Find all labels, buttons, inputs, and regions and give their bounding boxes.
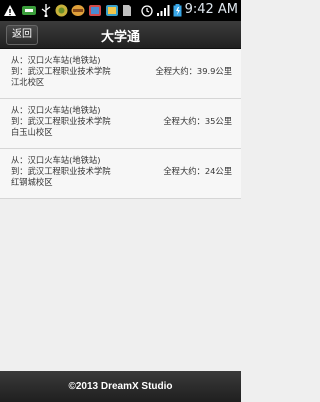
status-time: 9:42 AM [184,2,238,17]
route-from: 从：汉口火车站(地铁站) [11,55,101,65]
list-item[interactable]: 从：汉口火车站(地铁站) 到：武汉工程职业技术学院 江北校区 全程大约：39.9… [0,49,241,99]
app-icon [55,4,68,17]
route-distance: 全程大约：35公里 [163,116,232,126]
route-to: 到：武汉工程职业技术学院 [11,66,111,76]
route-from: 从：汉口火车站(地铁站) [11,155,101,165]
route-distance: 全程大约：39.9公里 [155,66,232,76]
route-text: 从：汉口火车站(地铁站) 到：武汉工程职业技术学院 白玉山校区 [11,105,111,138]
route-campus: 白玉山校区 [11,127,53,137]
app-icon [106,5,118,16]
route-to: 到：武汉工程职业技术学院 [11,116,111,126]
route-campus: 红钢城校区 [11,177,53,187]
alert-icon [22,6,36,15]
page-title: 大学通 [100,30,140,45]
app-icon [71,5,85,16]
status-bar: 9:42 AM [0,0,241,21]
route-text: 从：汉口火车站(地铁站) 到：武汉工程职业技术学院 江北校区 [11,55,111,88]
sd-card-icon [123,5,131,16]
route-distance: 全程大约：24公里 [163,166,232,176]
list-item[interactable]: 从：汉口火车站(地铁站) 到：武汉工程职业技术学院 白玉山校区 全程大约：35公… [0,99,241,149]
route-from: 从：汉口火车站(地铁站) [11,105,101,115]
notification-icon [4,5,16,16]
usb-icon [41,4,51,17]
route-text: 从：汉口火车站(地铁站) 到：武汉工程职业技术学院 红钢城校区 [11,155,111,188]
route-list: 从：汉口火车站(地铁站) 到：武汉工程职业技术学院 江北校区 全程大约：39.9… [0,49,241,199]
list-item[interactable]: 从：汉口火车站(地铁站) 到：武汉工程职业技术学院 红钢城校区 全程大约：24公… [0,149,241,199]
app-icon [89,5,101,16]
signal-icon [157,5,170,16]
alarm-icon [141,5,153,17]
route-to: 到：武汉工程职业技术学院 [11,166,111,176]
title-bar: 返回 大学通 [0,21,241,49]
footer: ©2013 DreamX Studio [0,371,241,402]
route-campus: 江北校区 [11,77,45,87]
battery-icon [173,4,182,17]
